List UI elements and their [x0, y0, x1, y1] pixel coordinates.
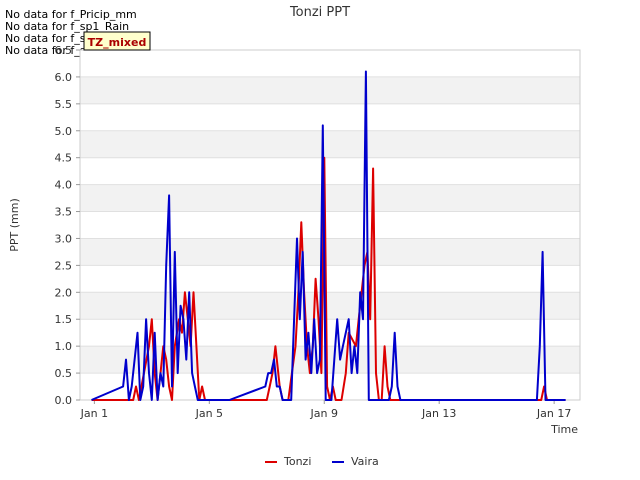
grid-band	[80, 265, 580, 293]
grid-band	[80, 184, 580, 212]
y-tick-label: 1.0	[55, 340, 73, 353]
grid-band	[80, 76, 580, 104]
chart-title: Tonzi PPT	[289, 5, 350, 20]
grid-band	[80, 50, 580, 77]
y-tick-label: 6.5	[55, 44, 73, 57]
y-tick-label: 2.5	[55, 259, 73, 272]
y-axis: 0.0 0.5 1.0 1.5 2.0 2.5 3.0 3.5 4.0 4.5 5.0 5.5 6.0 6…	[55, 44, 80, 407]
x-tick-label: Jan 9	[310, 407, 338, 420]
y-axis-label: PPT (mm)	[8, 198, 21, 252]
x-tick-label: Jan 1	[80, 407, 108, 420]
legend-label-tonzi: Tonzi	[283, 455, 311, 468]
x-tick-label: Jan 13	[421, 407, 456, 420]
y-tick-label: 2.0	[55, 286, 73, 299]
x-tick-label: Jan 5	[195, 407, 223, 420]
y-tick-label: 5.5	[55, 98, 73, 111]
y-tick-label: 3.5	[55, 206, 73, 219]
badge-label: TZ_mixed	[88, 36, 147, 49]
x-axis-label: Time	[550, 423, 578, 436]
y-tick-label: 3.0	[55, 232, 73, 245]
grid-band	[80, 292, 580, 320]
y-tick-label: 1.5	[55, 313, 73, 326]
x-axis: Jan 1 Jan 5 Jan 9 Jan 13 Jan 17	[80, 400, 571, 420]
y-tick-label: 5.0	[55, 125, 73, 138]
x-tick-label: Jan 17	[536, 407, 571, 420]
y-tick-label: 6.0	[55, 71, 73, 84]
grid-band	[80, 157, 580, 185]
y-tick-label: 4.5	[55, 152, 73, 165]
legend-label-vaira: Vaira	[351, 455, 379, 468]
y-tick-label: 0.0	[55, 394, 73, 407]
grid-band	[80, 103, 580, 131]
legend: Tonzi Vaira	[265, 455, 379, 468]
y-tick-label: 4.0	[55, 179, 73, 192]
grid-band	[80, 211, 580, 239]
grid-band	[80, 130, 580, 158]
y-tick-label: 0.5	[55, 367, 73, 380]
grid-band	[80, 238, 580, 266]
tonzi-ppt-chart: 0.0 0.5 1.0 1.5 2.0 2.5 3.0 3.5 4.0 4.5 5.0 5.5 6.0 6…	[8, 5, 581, 468]
tz-mixed-badge: TZ_mixed	[83, 31, 151, 51]
